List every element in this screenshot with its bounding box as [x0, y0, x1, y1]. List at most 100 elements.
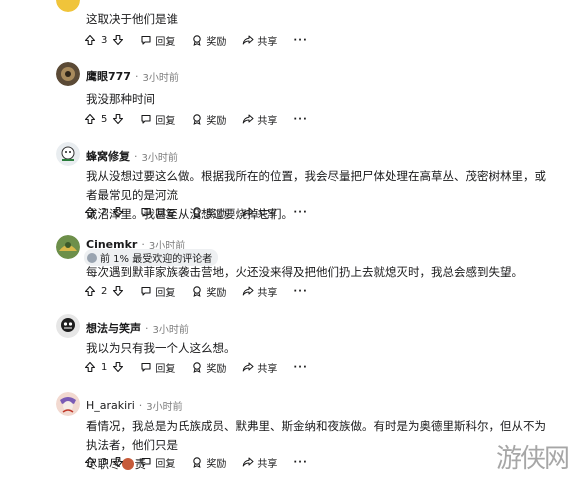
comment-text: 我以为只有我一个人这么想。	[86, 341, 236, 355]
more-options-button[interactable]: ···	[293, 457, 307, 468]
comment-actions: 2 回复 奖励 共享 ···	[84, 202, 308, 222]
vote-group: 3	[84, 34, 124, 46]
vote-group: 3	[84, 456, 124, 468]
downvote-icon[interactable]	[112, 206, 124, 218]
reply-button[interactable]: 回复	[140, 112, 175, 127]
vote-group: 1	[84, 361, 124, 373]
vote-group: 2	[84, 206, 124, 218]
share-icon	[242, 113, 254, 125]
share-label: 共享	[257, 208, 278, 220]
award-icon	[191, 285, 203, 297]
vote-count: 5	[101, 113, 108, 125]
comment-actions: 1 回复 奖励 共享 ···	[84, 357, 308, 377]
more-options-button[interactable]: ···	[293, 207, 307, 218]
reply-label: 回复	[155, 36, 176, 48]
downvote-icon[interactable]	[112, 285, 124, 297]
share-label: 共享	[257, 458, 278, 470]
more-options-button[interactable]: ···	[293, 114, 307, 125]
award-label: 奖励	[206, 287, 227, 299]
more-options-button[interactable]: ···	[293, 35, 307, 46]
comment-bubble-icon	[140, 206, 152, 218]
reply-button[interactable]: 回复	[140, 360, 175, 375]
author-name[interactable]: 想法与笑声	[86, 320, 141, 336]
award-icon	[191, 34, 203, 46]
reply-label: 回复	[155, 287, 176, 299]
award-icon	[191, 361, 203, 373]
more-options-button[interactable]: ···	[293, 362, 307, 373]
award-button[interactable]: 奖励	[191, 33, 226, 48]
comment-text: 这取决于他们是谁	[86, 12, 178, 26]
reply-button[interactable]: 回复	[140, 284, 175, 299]
upvote-icon[interactable]	[84, 113, 96, 125]
author-name[interactable]: H_arakiri	[86, 399, 135, 412]
award-label: 奖励	[206, 363, 227, 375]
avatar[interactable]	[56, 314, 80, 338]
vote-count: 1	[101, 361, 108, 373]
share-button[interactable]: 共享	[242, 455, 277, 470]
comment-actions: 3 回复 奖励 共享 ···	[84, 452, 308, 472]
flair-badge-icon	[87, 252, 97, 263]
comment-actions: 2 回复 奖励 共享 ···	[84, 281, 308, 301]
award-button[interactable]: 奖励	[191, 360, 226, 375]
award-button[interactable]: 奖励	[191, 455, 226, 470]
vote-count: 3	[101, 456, 108, 468]
upvote-icon[interactable]	[84, 34, 96, 46]
award-label: 奖励	[206, 36, 227, 48]
comment-bubble-icon	[140, 361, 152, 373]
share-button[interactable]: 共享	[242, 284, 277, 299]
reply-button[interactable]: 回复	[140, 455, 175, 470]
share-button[interactable]: 共享	[242, 205, 277, 220]
upvote-icon[interactable]	[84, 456, 96, 468]
avatar[interactable]	[56, 142, 80, 166]
timestamp: 3小时前	[142, 72, 179, 84]
award-icon	[191, 113, 203, 125]
comment-bubble-icon	[140, 113, 152, 125]
share-button[interactable]: 共享	[242, 33, 277, 48]
share-label: 共享	[257, 36, 278, 48]
upvote-icon[interactable]	[84, 361, 96, 373]
avatar[interactable]	[56, 392, 80, 416]
comment-meta: 蜂窝修复 · 3小时前	[86, 148, 178, 164]
separator-dot: ·	[134, 149, 138, 163]
downvote-icon[interactable]	[112, 361, 124, 373]
award-icon	[191, 456, 203, 468]
downvote-icon[interactable]	[112, 113, 124, 125]
author-name[interactable]: 鹰眼777	[86, 68, 131, 84]
avatar[interactable]	[56, 235, 80, 259]
comment-meta: 想法与笑声 · 3小时前	[86, 320, 189, 336]
comment-text-line: 我从没想过要这么做。根据我所在的位置，我会尽量把尸体处理在高草丛、茂密树林里，或…	[86, 169, 546, 202]
comment-actions: 5 回复 奖励 共享 ···	[84, 109, 308, 129]
upvote-icon[interactable]	[84, 285, 96, 297]
vote-group: 5	[84, 113, 124, 125]
upvote-icon[interactable]	[84, 206, 96, 218]
downvote-icon[interactable]	[112, 34, 124, 46]
comment-bubble-icon	[140, 34, 152, 46]
downvote-icon[interactable]	[112, 456, 124, 468]
award-button[interactable]: 奖励	[191, 284, 226, 299]
separator-dot: ·	[138, 399, 143, 412]
reply-label: 回复	[155, 115, 176, 127]
site-watermark: 游侠网	[496, 444, 570, 474]
comment-meta: H_arakiri · 3小时前	[86, 398, 183, 413]
avatar[interactable]	[56, 0, 80, 12]
avatar[interactable]	[56, 62, 80, 86]
timestamp: 3小时前	[141, 152, 178, 164]
separator-dot: ·	[145, 321, 149, 335]
reply-button[interactable]: 回复	[140, 205, 175, 220]
reply-button[interactable]: 回复	[140, 33, 175, 48]
share-button[interactable]: 共享	[242, 112, 277, 127]
award-button[interactable]: 奖励	[191, 112, 226, 127]
award-button[interactable]: 奖励	[191, 205, 226, 220]
comment-text: 每次遇到默菲家族袭击营地，火还没来得及把他们扔上去就熄灭时，我总会感到失望。	[86, 265, 523, 279]
share-button[interactable]: 共享	[242, 360, 277, 375]
share-label: 共享	[257, 287, 278, 299]
vote-count: 3	[101, 34, 108, 46]
share-icon	[242, 456, 254, 468]
author-name[interactable]: 蜂窝修复	[86, 148, 130, 164]
share-label: 共享	[257, 363, 278, 375]
share-icon	[242, 285, 254, 297]
share-icon	[242, 361, 254, 373]
comment-actions: 3 回复 奖励 共享 ···	[84, 30, 308, 50]
reply-label: 回复	[155, 458, 176, 470]
more-options-button[interactable]: ···	[293, 286, 307, 297]
